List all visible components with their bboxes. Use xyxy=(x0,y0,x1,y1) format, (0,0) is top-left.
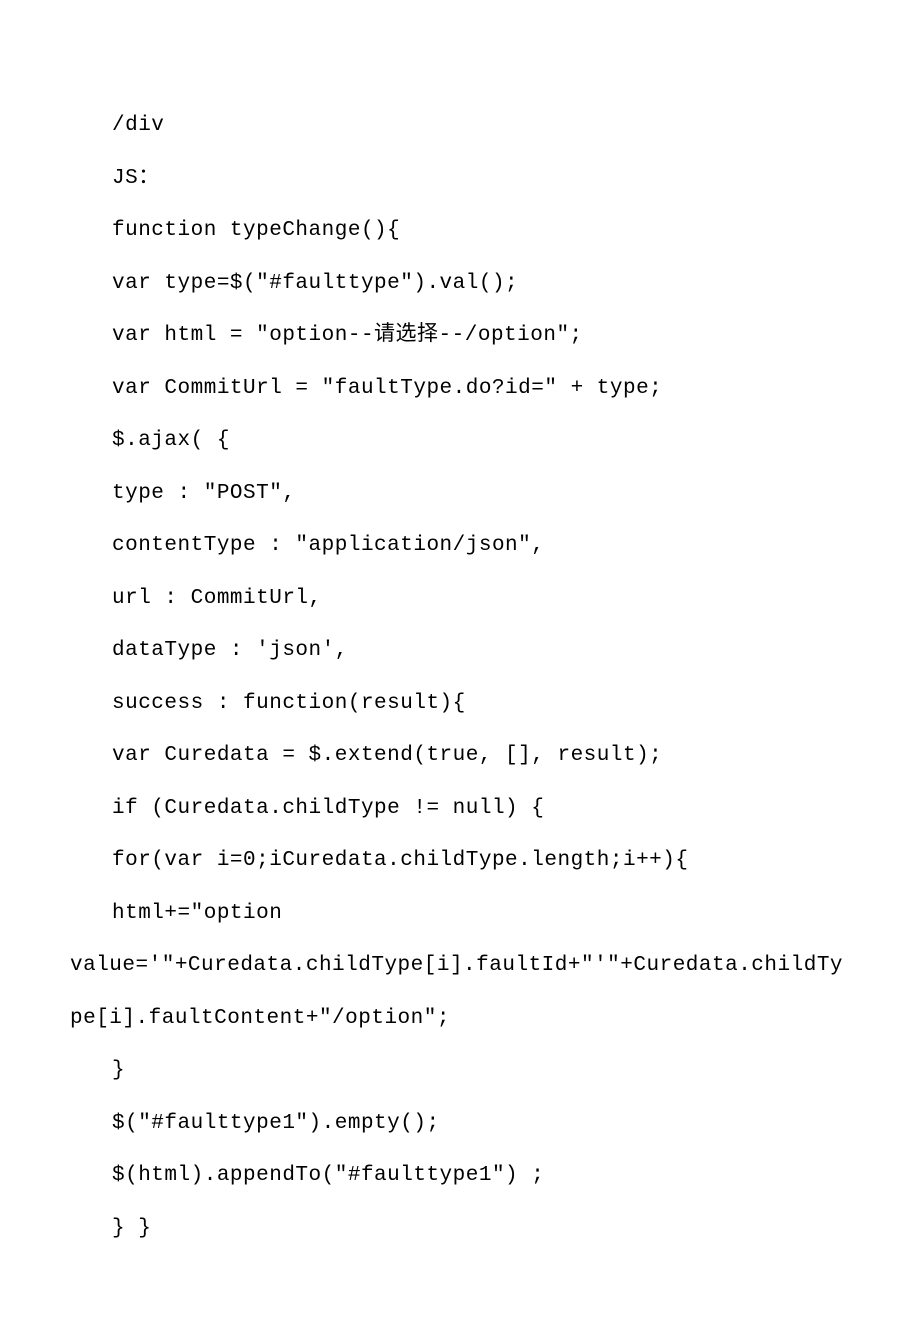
code-line: var CommitUrl = "faultType.do?id=" + typ… xyxy=(70,363,850,416)
code-line: success : function(result){ xyxy=(70,678,850,731)
code-line: url : CommitUrl, xyxy=(70,573,850,626)
code-line: var Curedata = $.extend(true, [], result… xyxy=(70,730,850,783)
code-line: } xyxy=(70,1045,850,1098)
code-line: var html = "option--请选择--/option"; xyxy=(70,310,850,363)
code-line: value='"+Curedata.childType[i].faultId+"… xyxy=(70,940,850,1045)
code-line: type : "POST", xyxy=(70,468,850,521)
code-line: } } xyxy=(70,1203,850,1256)
code-line: $(html).appendTo("#faulttype1") ; xyxy=(70,1150,850,1203)
code-line: function typeChange(){ xyxy=(70,205,850,258)
code-line: contentType : "application/json", xyxy=(70,520,850,573)
document-page: /divJS：function typeChange(){var type=$(… xyxy=(0,0,920,1335)
code-line: /div xyxy=(70,100,850,153)
code-line: var type=$("#faulttype").val(); xyxy=(70,258,850,311)
code-line: if (Curedata.childType != null) { xyxy=(70,783,850,836)
code-line: dataType : 'json', xyxy=(70,625,850,678)
code-line: $.ajax( { xyxy=(70,415,850,468)
code-block: /divJS：function typeChange(){var type=$(… xyxy=(70,100,850,1255)
code-line: for(var i=0;iCuredata.childType.length;i… xyxy=(70,835,850,888)
code-line: $("#faulttype1").empty(); xyxy=(70,1098,850,1151)
code-line: html+="option xyxy=(70,888,850,941)
code-line: JS： xyxy=(70,153,850,206)
